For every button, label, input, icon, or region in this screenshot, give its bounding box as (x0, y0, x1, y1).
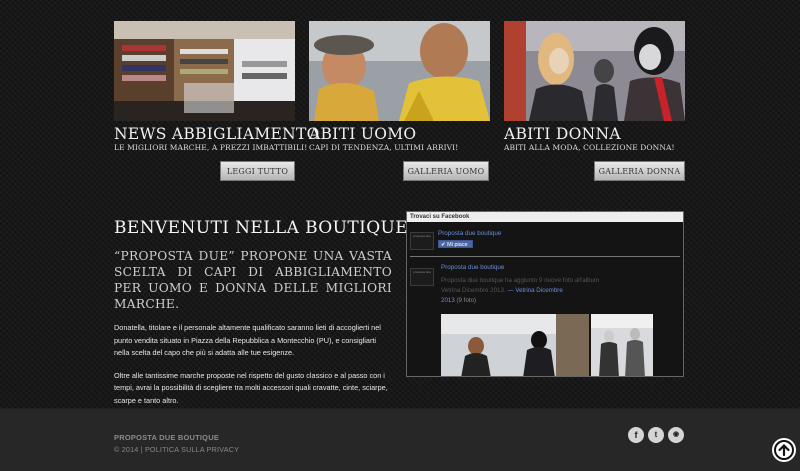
welcome-paragraph-2: Oltre alle tantissime marche proposte ne… (114, 370, 388, 405)
footer-brand: PROPOSTA DUE BOUTIQUE (114, 433, 220, 442)
footer: PROPOSTA DUE BOUTIQUE © 2014 | POLITICA … (0, 408, 800, 471)
footer-copyright[interactable]: © 2014 | POLITICA SULLA PRIVACY (114, 445, 239, 454)
news-title: NEWS ABBIGLIAMENTO (114, 125, 320, 143)
women-subtitle: ABITI ALLA MODA, COLLEZIONE DONNA! (504, 143, 675, 152)
welcome-section: BENVENUTI NELLA BOUTIQUE… “PROPOSTA DUE”… (114, 218, 426, 407)
back-to-top-icon[interactable] (772, 438, 796, 462)
rss-icon[interactable]: ◉ (668, 427, 684, 443)
post-photo-1[interactable] (441, 314, 589, 376)
women-image[interactable] (504, 21, 685, 121)
welcome-heading: BENVENUTI NELLA BOUTIQUE… (114, 218, 426, 238)
post-text: Proposta due boutique ha aggiunto 9 nuov… (441, 276, 681, 306)
news-subtitle: LE MIGLIORI MARCHE, A PREZZI IMBATTIBILI… (114, 143, 308, 152)
men-title: ABITI UOMO (309, 125, 417, 143)
album-link[interactable]: — Vetrina Dicembre (507, 287, 562, 294)
column-news: NEWS ABBIGLIAMENTO LE MIGLIORI MARCHE, A… (114, 21, 320, 152)
photo-count: (9 foto) (456, 297, 477, 304)
album-link-year[interactable]: 2013 (441, 297, 455, 304)
like-label: Mi piace (447, 242, 468, 248)
men-image[interactable] (309, 21, 490, 121)
column-women: ABITI DONNA ABITI ALLA MODA, COLLEZIONE … (504, 21, 685, 152)
welcome-lead: “PROPOSTA DUE” PROPONE UNA VASTA SCELTA … (114, 249, 392, 311)
post-photo-2[interactable] (591, 314, 653, 376)
welcome-paragraph-1: Donatella, titolare e il personale altam… (114, 323, 381, 357)
facebook-widget: Trovaci su Facebook proposta due Propost… (406, 211, 684, 377)
women-title: ABITI DONNA (504, 125, 621, 143)
post-thumbnail[interactable]: proposta due (410, 268, 434, 286)
column-men: ABITI UOMO CAPI DI TENDENZA, ULTIMI ARRI… (309, 21, 490, 152)
like-button[interactable]: ✔ Mi piace (438, 240, 473, 248)
read-all-button[interactable]: LEGGI TUTTO (220, 161, 295, 181)
page-thumbnail[interactable]: proposta due (410, 232, 434, 250)
twitter-icon[interactable]: t (648, 427, 664, 443)
post-author-link[interactable]: Proposta due boutique (441, 264, 504, 271)
post-line-1: Proposta due boutique ha aggiunto 9 nuov… (441, 277, 600, 284)
news-image[interactable] (114, 21, 295, 121)
widget-divider (410, 256, 680, 257)
men-gallery-button[interactable]: GALLERIA UOMO (403, 161, 489, 181)
facebook-icon[interactable]: f (628, 427, 644, 443)
page-name-link[interactable]: Proposta due boutique (438, 230, 501, 237)
men-subtitle: CAPI DI TENDENZA, ULTIMI ARRIVI! (309, 143, 459, 152)
facebook-widget-header: Trovaci su Facebook (407, 212, 683, 222)
women-gallery-button[interactable]: GALLERIA DONNA (594, 161, 685, 181)
post-line-2: Vetrina Dicembre 2013. (441, 287, 506, 294)
